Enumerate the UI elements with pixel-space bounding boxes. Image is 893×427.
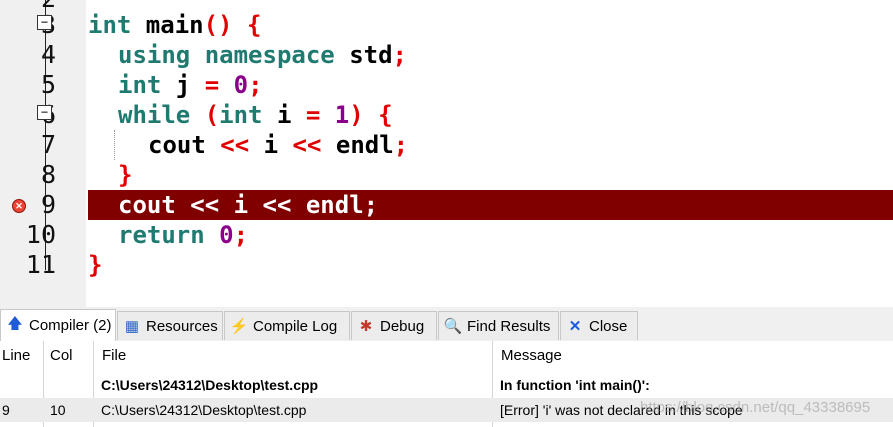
code-line-9-error[interactable]: cout << i << endl; [88,190,893,220]
column-header-col[interactable]: Col [48,341,96,371]
column-header-file[interactable]: File [100,341,492,371]
cell-message: In function 'int main()': [500,377,650,393]
line-number: 10 [25,220,56,249]
code-token: } [88,251,103,279]
tab-label: Debug [380,317,425,335]
line-number: 7 [40,130,56,159]
code-token: i [262,101,306,129]
code-token: cout [148,131,221,159]
code-token: ; [393,131,409,159]
code-line-11[interactable]: } [88,250,893,280]
line-number: 11 [25,250,56,279]
fold-toggle-icon[interactable]: − [37,15,52,30]
line-number: 8 [40,160,56,189]
code-token: while [118,101,191,129]
code-token: int [88,11,132,39]
line-number: 5 [40,70,56,99]
code-token: ( [190,101,220,129]
watermark: https://blog.csdn.net/qq_43338695 [640,399,871,416]
code-line-8[interactable]: } [118,160,893,190]
code-token: << [220,131,250,159]
fold-toggle-icon[interactable]: − [37,105,52,120]
code-token: std [334,41,393,69]
tab-compiler[interactable]: 🡅 Compiler (2) [0,309,116,341]
tab-label: Compile Log [253,317,338,335]
code-token: ; [233,221,249,249]
tab-find-results[interactable]: 🔍 Find Results [438,311,559,340]
code-token: endl [321,131,394,159]
tab-label: Resources [146,317,218,335]
code-token: i [249,131,293,159]
cell-file: C:\Users\24312\Desktop\test.cpp [101,377,319,393]
code-token: 1 [320,101,350,129]
cell-col: 10 [50,402,66,418]
column-header-line[interactable]: Line [0,341,44,371]
cell-line [2,373,40,397]
compiler-icon: 🡅 [7,315,23,332]
code-editor[interactable]: 2 3 4 5 6 7 8 9 10 11 − − ✕ int main() {… [0,0,893,307]
code-line-5[interactable]: int j = 0; [118,70,893,100]
code-line-10[interactable]: return 0; [118,220,893,250]
code-token: int [118,71,162,99]
find-results-icon: 🔍 [443,318,463,335]
compile-log-icon: ⚡ [229,318,249,335]
column-header-message[interactable]: Message [499,341,891,371]
code-line-3[interactable]: int main() { [88,10,893,40]
error-marker-icon[interactable]: ✕ [12,199,26,213]
code-token: << [292,131,322,159]
tab-debug[interactable]: ✱ Debug [351,311,437,340]
cell-line: 9 [2,402,10,418]
tab-close[interactable]: ✕ Close [560,311,638,340]
code-line-6[interactable]: while (int i = 1) { [118,100,893,130]
code-token: return [118,221,205,249]
tab-resources[interactable]: ▦ Resources [117,311,223,340]
code-line-4[interactable]: using namespace std; [118,40,893,70]
tab-label: Close [589,317,628,335]
code-token: ) { [349,101,393,129]
code-token: cout << i << endl; [118,191,379,219]
close-icon: ✕ [568,318,582,335]
code-token: j [161,71,205,99]
resources-icon: ▦ [124,318,140,335]
tab-label: Find Results [467,317,551,335]
code-token: () { [203,11,262,39]
code-token: int [219,101,263,129]
code-token: 0 [219,71,249,99]
code-token: } [118,161,133,189]
tab-label: Compiler (2) [29,317,112,334]
indent-guide [114,130,115,160]
cell-col [50,373,90,397]
bottom-panel: 🡅 Compiler (2) ▦ Resources ⚡ Compile Log… [0,307,893,427]
panel-tabbar: 🡅 Compiler (2) ▦ Resources ⚡ Compile Log… [0,307,893,342]
line-number: 4 [40,40,56,69]
code-token: = [204,71,220,99]
code-line-7[interactable]: cout << i << endl; [148,130,893,160]
line-gutter: 2 3 4 5 6 7 8 9 10 11 − − ✕ [0,0,86,307]
code-token: = [305,101,321,129]
code-token: ; [392,41,407,69]
code-token: main [131,11,204,39]
tab-compile-log[interactable]: ⚡ Compile Log [224,311,350,340]
code-token: 0 [204,221,234,249]
cell-file: C:\Users\24312\Desktop\test.cpp [101,402,307,418]
table-row[interactable]: C:\Users\24312\Desktop\test.cpp In funct… [0,373,893,397]
code-token: ; [248,71,263,99]
code-token: using namespace [118,41,335,69]
debug-icon: ✱ [359,318,373,335]
